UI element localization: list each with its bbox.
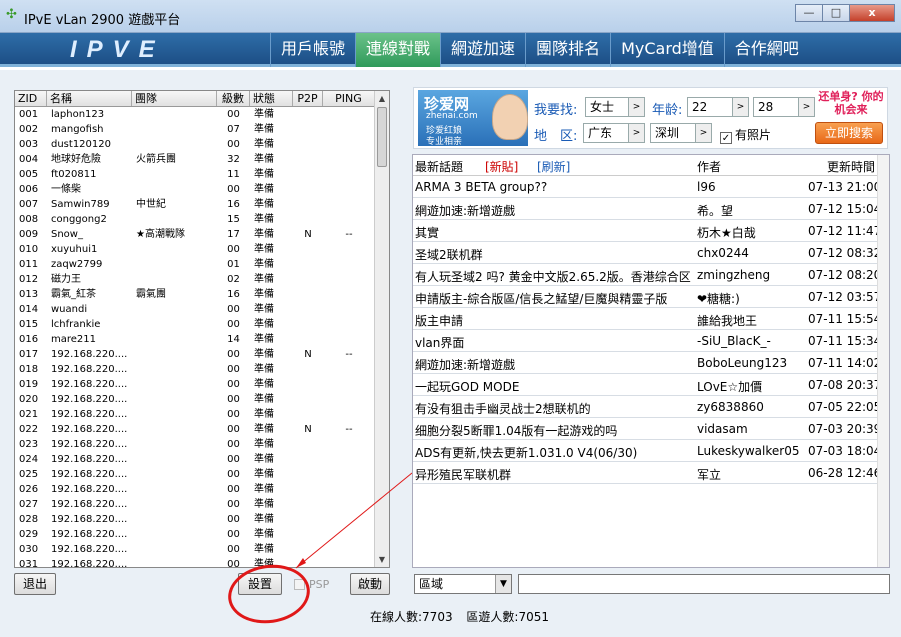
topic-author: LOvE☆加價: [697, 380, 763, 394]
topic-author: 希。望: [697, 204, 734, 218]
topic-row[interactable]: 有没有狙击手幽灵战士2想联机的 zy6838860 07-05 22:05: [413, 396, 889, 418]
chevron-down-icon[interactable]: >: [798, 98, 814, 116]
chevron-down-icon[interactable]: >: [628, 124, 644, 142]
topic-time: 07-12 15:04: [808, 202, 882, 216]
topic-title[interactable]: ADS有更新,快去更新1.031.0 V4(06/30): [415, 444, 693, 461]
age-label: 年龄:: [652, 103, 683, 118]
ad-logo-line2: 专业相亲: [426, 137, 463, 147]
region-select[interactable]: 區域 ▼: [414, 574, 512, 594]
gender-select[interactable]: 女士 >: [585, 97, 645, 117]
has-photo-checkbox[interactable]: ✓ 有照片: [720, 126, 771, 144]
age-to-select[interactable]: 28 >: [753, 97, 815, 117]
single-badge[interactable]: 还单身? 你的机会来: [818, 90, 884, 116]
chevron-down-icon[interactable]: >: [628, 98, 644, 116]
topic-row[interactable]: ARMA 3 BETA group?? l96 07-13 21:00: [413, 176, 889, 198]
topic-time: 07-11 14:02: [808, 356, 882, 370]
topic-list: 最新話題 [新貼] [刷新] 作者 更新時間 ARMA 3 BETA group…: [412, 154, 890, 568]
topic-list-body: ARMA 3 BETA group?? l96 07-13 21:00 網遊加速:新增…: [413, 176, 889, 484]
topic-row[interactable]: ADS有更新,快去更新1.031.0 V4(06/30) Lukeskywalke…: [413, 440, 889, 462]
area-label: 地 区:: [534, 129, 578, 144]
topic-title[interactable]: 有没有狙击手幽灵战士2想联机的: [415, 400, 693, 417]
author-header: 作者: [697, 160, 722, 174]
topic-row[interactable]: vlan界面 -SiU_BlacK_- 07-11 15:34: [413, 330, 889, 352]
topic-title[interactable]: 版主申請: [415, 312, 693, 329]
topic-time: 06-28 12:46: [808, 466, 882, 480]
topic-time: 07-05 22:05: [808, 400, 882, 414]
topic-author: vidasam: [697, 422, 748, 436]
topic-time: 07-13 21:00: [808, 180, 882, 194]
topic-title[interactable]: 有人玩圣域2 吗? 黄金中文版2.65.2版。香港综合区: [415, 268, 693, 285]
topic-row[interactable]: 一起玩GOD MODE LOvE☆加價 07-08 20:37: [413, 374, 889, 396]
topic-scrollbar[interactable]: [877, 155, 889, 567]
chat-input[interactable]: [518, 574, 890, 594]
topic-row[interactable]: 圣域2联机群 chx0244 07-12 08:32: [413, 242, 889, 264]
topic-author: Lukeskywalker05: [697, 444, 800, 458]
topic-author: BoboLeung123: [697, 356, 788, 370]
chevron-down-icon[interactable]: ▼: [495, 575, 511, 593]
topic-row[interactable]: 异形殖民军联机群 军立 06-28 12:46: [413, 462, 889, 484]
topic-time: 07-12 08:32: [808, 246, 882, 260]
topic-title[interactable]: ARMA 3 BETA group??: [415, 180, 693, 194]
age-to-value: 28: [758, 100, 774, 114]
topic-list-header: 最新話題 [新貼] [刷新] 作者 更新時間: [413, 155, 889, 176]
age-from-value: 22: [692, 100, 708, 114]
chevron-down-icon[interactable]: >: [695, 124, 711, 142]
city-value: 深圳: [655, 126, 680, 140]
topic-row[interactable]: 有人玩圣域2 吗? 黄金中文版2.65.2版。香港综合区 zmingzheng 07…: [413, 264, 889, 286]
topic-row[interactable]: 申請版主-綜合版區/信長之鯭望/巨魔與精靈子版 ❤糖糖:) 07-12 03:57: [413, 286, 889, 308]
topic-row[interactable]: 其實 杤木★白哉 07-12 11:47: [413, 220, 889, 242]
new-post-link[interactable]: [新貼]: [485, 158, 518, 175]
refresh-link[interactable]: [刷新]: [537, 158, 570, 175]
topic-time: 07-08 20:37: [808, 378, 882, 392]
has-photo-label: 有照片: [735, 128, 772, 142]
topic-author: chx0244: [697, 246, 749, 260]
topic-title[interactable]: 细胞分裂5断罪1.04版有一起游戏的吗: [415, 422, 693, 439]
province-value: 广东: [588, 126, 613, 140]
topic-author: l96: [697, 180, 716, 194]
topic-title[interactable]: vlan界面: [415, 334, 693, 351]
topic-author: ❤糖糖:): [697, 292, 740, 306]
region-select-value: 區域: [419, 577, 444, 591]
province-select[interactable]: 广东 >: [583, 123, 645, 143]
topic-row[interactable]: 细胞分裂5断罪1.04版有一起游戏的吗 vidasam 07-03 20:39: [413, 418, 889, 440]
latest-topics-label: 最新話題: [415, 160, 464, 174]
topic-time: 07-12 03:57: [808, 290, 882, 304]
checkbox-checked-icon[interactable]: ✓: [720, 132, 732, 144]
topic-author: zy6838860: [697, 400, 764, 414]
ad-person-image: [492, 94, 528, 140]
topic-time: 07-12 08:20: [808, 268, 882, 282]
status-bar: 在線人數:7703 區遊人數:7051: [370, 608, 549, 625]
topic-title[interactable]: 網遊加速:新增遊戲: [415, 202, 693, 219]
topic-time: 07-03 20:39: [808, 422, 882, 436]
online-count: 在線人數:7703: [370, 610, 453, 624]
topic-author: zmingzheng: [697, 268, 771, 282]
topic-title[interactable]: 申請版主-綜合版區/信長之鯭望/巨魔與精靈子版: [415, 290, 693, 307]
topic-author: 军立: [697, 468, 722, 482]
topic-row[interactable]: 網遊加速:新增遊戲 BoboLeung123 07-11 14:02: [413, 352, 889, 374]
updated-header: 更新時間: [827, 160, 876, 174]
zhenai-logo[interactable]: 珍爱网 zhenai.com 珍爱红娘 专业相亲: [418, 90, 528, 147]
topic-title[interactable]: 异形殖民军联机群: [415, 466, 693, 483]
city-select[interactable]: 深圳 >: [650, 123, 712, 143]
topic-author: 杤木★白哉: [697, 226, 756, 240]
chevron-down-icon[interactable]: >: [732, 98, 748, 116]
topic-time: 07-11 15:54: [808, 312, 882, 326]
topic-title[interactable]: 圣域2联机群: [415, 246, 693, 263]
topic-author: 誰給我地王: [697, 314, 758, 328]
topic-time: 07-11 15:34: [808, 334, 882, 348]
topic-title[interactable]: 網遊加速:新增遊戲: [415, 356, 693, 373]
find-label: 我要找:: [534, 103, 578, 118]
topic-author: -SiU_BlacK_-: [697, 334, 771, 348]
topic-time: 07-12 11:47: [808, 224, 882, 238]
topic-title[interactable]: 其實: [415, 224, 693, 241]
topic-title[interactable]: 一起玩GOD MODE: [415, 378, 693, 395]
playing-count: 區遊人數:7051: [466, 610, 550, 624]
search-now-button[interactable]: 立即搜索: [815, 122, 883, 144]
age-from-select[interactable]: 22 >: [687, 97, 749, 117]
gender-value: 女士: [590, 100, 615, 114]
topic-row[interactable]: 網遊加速:新增遊戲 希。望 07-12 15:04: [413, 198, 889, 220]
topic-row[interactable]: 版主申請 誰給我地王 07-11 15:54: [413, 308, 889, 330]
topic-time: 07-03 18:04: [808, 444, 882, 458]
ad-logo-sub: zhenai.com: [426, 111, 478, 121]
